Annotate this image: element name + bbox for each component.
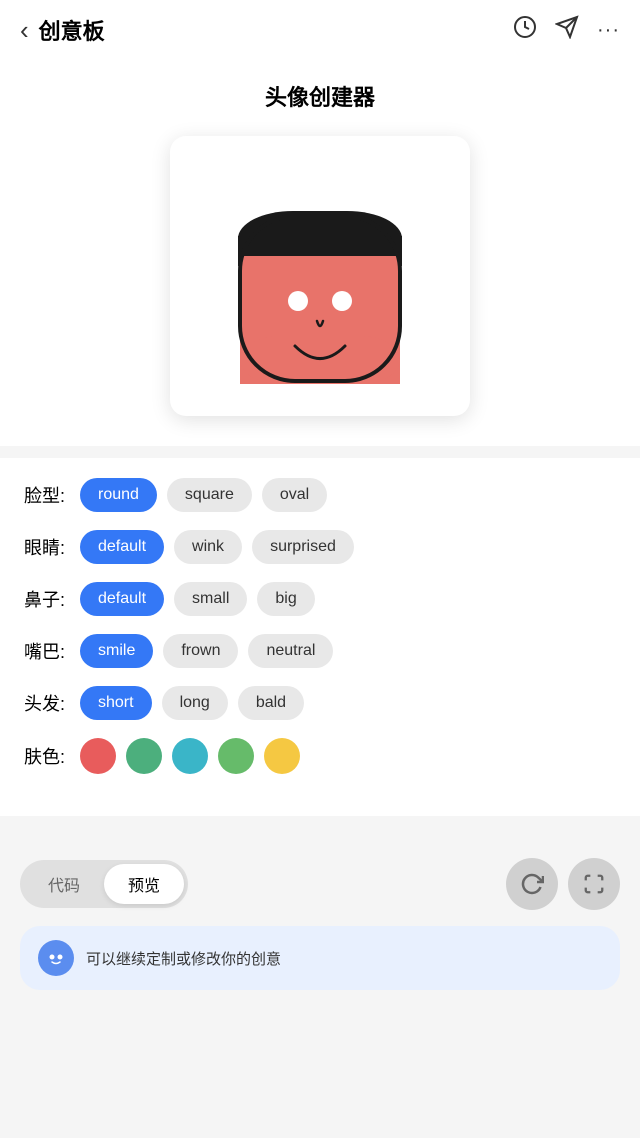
nose-small-button[interactable]: small bbox=[174, 582, 247, 616]
option-row-nose: 鼻子: default small big bbox=[24, 582, 616, 616]
option-row-face: 脸型: round square oval bbox=[24, 478, 616, 512]
face-preview bbox=[210, 156, 430, 396]
tab-code[interactable]: 代码 bbox=[24, 864, 104, 904]
eyes-buttons: default wink surprised bbox=[80, 530, 354, 564]
tab-preview[interactable]: 预览 bbox=[104, 864, 184, 904]
nose-big-button[interactable]: big bbox=[257, 582, 314, 616]
mouth-label: 嘴巴: bbox=[24, 638, 80, 664]
skin-color-teal[interactable] bbox=[172, 738, 208, 774]
skin-color-yellow[interactable] bbox=[264, 738, 300, 774]
option-row-hair: 头发: short long bald bbox=[24, 686, 616, 720]
skin-color-red[interactable] bbox=[80, 738, 116, 774]
main-content: 头像创建器 bbox=[0, 60, 640, 1026]
page-title: 创意板 bbox=[39, 14, 105, 46]
skin-color-lightgreen[interactable] bbox=[218, 738, 254, 774]
avatar-section: 头像创建器 bbox=[0, 60, 640, 446]
face-shape-label: 脸型: bbox=[24, 482, 80, 508]
refresh-button[interactable] bbox=[506, 858, 558, 910]
face-round-button[interactable]: round bbox=[80, 478, 157, 512]
tab-bar: 代码 预览 bbox=[20, 860, 188, 908]
hair-bald-button[interactable]: bald bbox=[238, 686, 304, 720]
face-oval-button[interactable]: oval bbox=[262, 478, 327, 512]
eyes-wink-button[interactable]: wink bbox=[174, 530, 242, 564]
skin-color-green[interactable] bbox=[126, 738, 162, 774]
face-square-button[interactable]: square bbox=[167, 478, 252, 512]
more-icon[interactable]: ··· bbox=[597, 19, 620, 42]
bottom-area: 代码 预览 bbox=[0, 832, 640, 1006]
options-section: 脸型: round square oval 眼睛: default wink s… bbox=[0, 458, 640, 816]
hair-long-button[interactable]: long bbox=[162, 686, 228, 720]
option-row-skin: 肤色: bbox=[24, 738, 616, 774]
hair-label: 头发: bbox=[24, 690, 80, 716]
mouth-buttons: smile frown neutral bbox=[80, 634, 333, 668]
chat-avatar bbox=[38, 940, 74, 976]
send-icon[interactable] bbox=[555, 15, 579, 45]
avatar-section-title: 头像创建器 bbox=[265, 80, 375, 112]
bottom-bar: 代码 预览 bbox=[20, 858, 620, 910]
hair-buttons: short long bald bbox=[80, 686, 304, 720]
eyes-default-button[interactable]: default bbox=[80, 530, 164, 564]
header: ‹ 创意板 ··· bbox=[0, 0, 640, 60]
history-icon[interactable] bbox=[513, 15, 537, 45]
option-row-mouth: 嘴巴: smile frown neutral bbox=[24, 634, 616, 668]
back-button[interactable]: ‹ bbox=[20, 15, 29, 46]
action-buttons bbox=[506, 858, 620, 910]
option-row-eyes: 眼睛: default wink surprised bbox=[24, 530, 616, 564]
nose-label: 鼻子: bbox=[24, 586, 80, 612]
skin-color-buttons bbox=[80, 738, 300, 774]
mouth-smile-button[interactable]: smile bbox=[80, 634, 153, 668]
eyes-label: 眼睛: bbox=[24, 534, 80, 560]
skin-label: 肤色: bbox=[24, 743, 80, 769]
hair-short-button[interactable]: short bbox=[80, 686, 152, 720]
mouth-frown-button[interactable]: frown bbox=[163, 634, 238, 668]
header-icons: ··· bbox=[513, 15, 620, 45]
face-shape-buttons: round square oval bbox=[80, 478, 327, 512]
eyes-surprised-button[interactable]: surprised bbox=[252, 530, 354, 564]
avatar-card bbox=[170, 136, 470, 416]
expand-button[interactable] bbox=[568, 858, 620, 910]
nose-buttons: default small big bbox=[80, 582, 315, 616]
nose-default-button[interactable]: default bbox=[80, 582, 164, 616]
chat-message: 可以继续定制或修改你的创意 bbox=[86, 948, 281, 969]
header-left: ‹ 创意板 bbox=[20, 14, 105, 46]
mouth-neutral-button[interactable]: neutral bbox=[248, 634, 333, 668]
chat-bubble: 可以继续定制或修改你的创意 bbox=[20, 926, 620, 990]
